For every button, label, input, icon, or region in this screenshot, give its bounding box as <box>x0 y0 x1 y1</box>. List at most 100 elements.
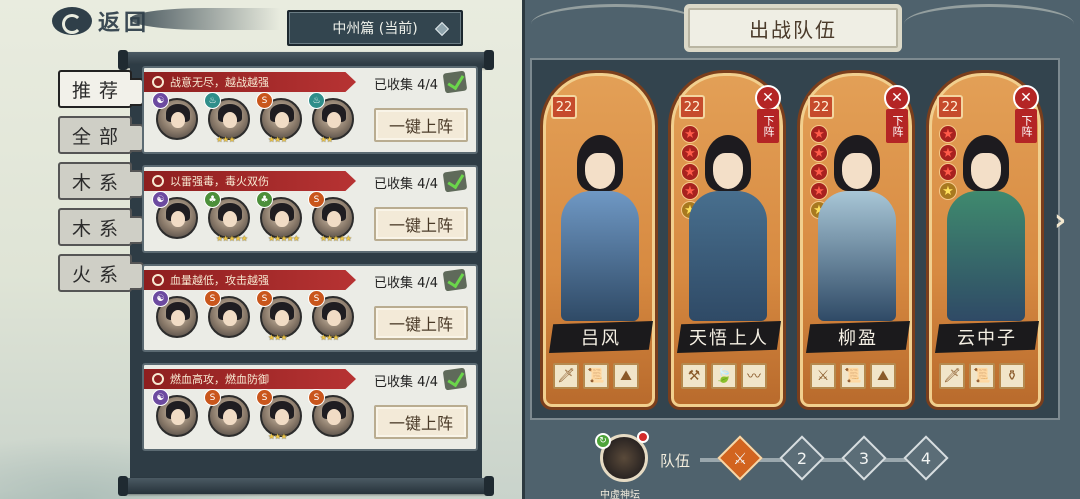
hero-avatar[interactable]: S <box>204 290 250 338</box>
hero-avatar[interactable]: S <box>308 389 354 437</box>
team-card[interactable]: 22 ✕ 下阵 ★★★★★ 天悟上人 ⚒🍃〰 <box>668 70 786 410</box>
hero-avatar[interactable]: S ★★★★★ <box>308 191 354 243</box>
hero-avatar[interactable]: ♣ ★★★★★ <box>256 191 302 243</box>
hero-name: 云中子 <box>935 321 1039 353</box>
team-slot-2[interactable]: 2 <box>779 435 825 481</box>
element-icon: S <box>256 389 273 406</box>
hero-avatar[interactable]: S ★★★ <box>308 290 354 342</box>
close-icon[interactable]: ✕ <box>755 85 781 111</box>
hero-avatar[interactable]: S ★★★ <box>256 290 302 342</box>
hero-avatar[interactable]: ☯ <box>152 389 198 437</box>
combo-card: 血量越低，攻击越强 已收集 4/4 ☯ S S ★★★ S ★★★ 一键上阵 <box>142 264 478 352</box>
deploy-button[interactable]: 一键上阵 <box>374 207 468 241</box>
equipment-slot[interactable]: 📜 <box>583 363 609 389</box>
hero-avatar[interactable]: ☯ <box>152 290 198 338</box>
combo-title-banner[interactable]: 血量越低，攻击越强 <box>144 270 356 290</box>
element-icon: ☯ <box>152 92 169 109</box>
combo-card: 以雷强毒，毒火双伤 已收集 4/4 ☯ ♣ ★★★★★ ♣ ★★★★★ S ★★… <box>142 165 478 253</box>
hero-stars: ★★★ <box>268 432 287 441</box>
tab-label: 木系 <box>71 217 126 240</box>
equipment-slot[interactable]: ⛰ <box>613 363 639 389</box>
team-slot-4[interactable]: 4 <box>903 435 949 481</box>
hero-stars: ★★ <box>320 135 333 144</box>
close-icon[interactable]: ✕ <box>884 85 910 111</box>
magnifier-icon <box>152 175 164 187</box>
hero-avatar[interactable]: S ★★★ <box>256 92 302 144</box>
hero-portrait <box>551 135 647 325</box>
team-title: 出战队伍 <box>688 8 898 48</box>
equipment-slot[interactable]: ⛰ <box>870 363 896 389</box>
dropdown-diamond-icon <box>434 21 450 37</box>
hero-portrait <box>808 135 904 325</box>
back-button[interactable]: 返回 <box>52 4 170 38</box>
hero-face <box>223 112 237 128</box>
combo-title: 血量越低，攻击越强 <box>170 274 269 287</box>
hero-avatar[interactable]: ☯ <box>152 191 198 239</box>
element-icon: ☯ <box>152 191 169 208</box>
tab-wood-2[interactable]: 木系 <box>58 208 144 246</box>
remove-label: 下阵 <box>762 115 775 137</box>
hero-face <box>275 310 289 326</box>
slot-number: 3 <box>858 448 870 468</box>
element-icon: S <box>204 290 221 307</box>
hero-stars: ★★★ <box>268 135 287 144</box>
element-icon: S <box>308 389 325 406</box>
equipment-slot[interactable]: 📜 <box>840 363 866 389</box>
tab-recommended[interactable]: 推荐 <box>58 70 144 108</box>
swirl-back-icon <box>52 7 92 35</box>
combo-collected: 已收集 4/4 <box>374 276 439 291</box>
hero-avatar[interactable]: S <box>204 389 250 437</box>
hero-avatar[interactable]: ♨ ★★★ <box>204 92 250 144</box>
combo-title-banner[interactable]: 以雷强毒，毒火双伤 <box>144 171 356 191</box>
team-slot-3[interactable]: 3 <box>841 435 887 481</box>
hero-face <box>327 409 341 425</box>
combo-title-banner[interactable]: 战意无尽，越战越强 <box>144 72 356 92</box>
altar-button[interactable]: ↻ <box>595 431 649 482</box>
notification-dot <box>637 431 649 443</box>
team-card[interactable]: 22 吕风 🗡 📜 ⛰ <box>540 70 658 410</box>
portrait-face <box>842 153 872 189</box>
tab-fire[interactable]: 火系 <box>58 254 144 292</box>
deploy-button[interactable]: 一键上阵 <box>374 405 468 439</box>
equipment-slot[interactable]: ⚱ <box>999 363 1025 389</box>
tab-label: 木系 <box>71 171 126 194</box>
hero-portrait <box>679 135 775 325</box>
equipment-slot[interactable]: 🗡 <box>939 363 965 389</box>
equipment-slot[interactable]: 🍃 <box>711 363 737 389</box>
equipment-slot[interactable]: 🗡 <box>553 363 579 389</box>
hero-face <box>327 310 341 326</box>
equipment-slot[interactable]: 〰 <box>741 363 767 389</box>
tab-all[interactable]: 全部 <box>58 116 144 154</box>
hero-avatar[interactable]: ♣ ★★★★★ <box>204 191 250 243</box>
element-icon: ♣ <box>204 191 221 208</box>
chapter-select[interactable]: 中州篇 (当前) <box>287 10 463 46</box>
combo-heroes: ☯ ♨ ★★★ S ★★★ ♨ ★★ <box>152 92 354 144</box>
hero-face <box>171 112 185 128</box>
equipment-slot[interactable]: ⚒ <box>681 363 707 389</box>
remove-label: 下阵 <box>891 115 904 137</box>
team-card[interactable]: 22 ✕ 下阵 ★ ★ ★ ★ 云中子 🗡 📜 ⚱ <box>926 70 1044 410</box>
equipment-slot[interactable]: ⚔ <box>810 363 836 389</box>
chevron-right-icon[interactable]: › <box>1054 200 1072 240</box>
element-icon: S <box>308 191 325 208</box>
team-card[interactable]: 22 ✕ 下阵 ★★★★★ 柳盈 ⚔📜⛰ <box>797 70 915 410</box>
magnifier-icon <box>152 76 164 88</box>
hero-avatar[interactable]: S ★★★ <box>256 389 302 441</box>
close-icon[interactable]: ✕ <box>1013 85 1039 111</box>
team-slot-1[interactable]: ⚔ <box>717 435 763 481</box>
hero-avatar[interactable]: ☯ <box>152 92 198 140</box>
altar-label: 中虚神坛 <box>600 490 640 499</box>
tab-wood-1[interactable]: 木系 <box>58 162 144 200</box>
hero-face <box>171 310 185 326</box>
equipment-slot[interactable]: 📜 <box>969 363 995 389</box>
element-icon: ♨ <box>204 92 221 109</box>
portrait-face <box>713 153 743 189</box>
level-badge: 22 <box>937 95 963 119</box>
deploy-button[interactable]: 一键上阵 <box>374 108 468 142</box>
level-badge: 22 <box>808 95 834 119</box>
hero-face <box>327 211 341 227</box>
deploy-button[interactable]: 一键上阵 <box>374 306 468 340</box>
hero-avatar[interactable]: ♨ ★★ <box>308 92 354 144</box>
cloud-decoration-left <box>531 4 701 44</box>
combo-title-banner[interactable]: 燃血高攻，燃血防御 <box>144 369 356 389</box>
